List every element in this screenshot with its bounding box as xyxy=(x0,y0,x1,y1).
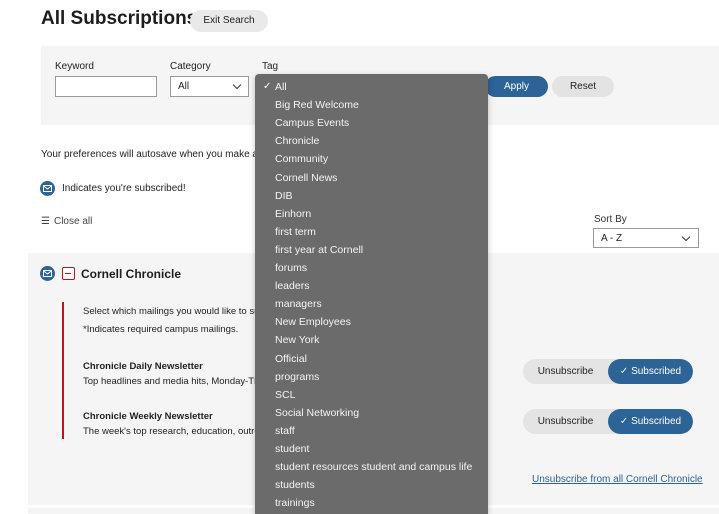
tag-option[interactable]: Big Red Welcome xyxy=(275,99,359,111)
newsletter-desc: Top headlines and media hits, Monday-Th xyxy=(83,376,255,387)
tag-option[interactable]: New York xyxy=(275,334,319,346)
tag-option[interactable]: staff xyxy=(275,425,295,437)
apply-button[interactable]: Apply xyxy=(485,76,548,97)
close-all-link[interactable]: ☰ Close all xyxy=(41,216,92,227)
subscribed-option[interactable]: ✓ Subscribed xyxy=(608,359,693,384)
subscribed-legend: Indicates you're subscribed! xyxy=(40,181,186,196)
tag-option[interactable]: programs xyxy=(275,371,319,383)
tag-dropdown-menu[interactable]: ✓ All Big Red Welcome Campus Events Chronicl… xyxy=(255,74,488,514)
tag-option[interactable]: Official xyxy=(275,353,307,365)
required-note: *Indicates required campus mailings. xyxy=(83,324,239,335)
category-value: All xyxy=(178,81,190,92)
tag-option[interactable]: first term xyxy=(275,226,316,238)
reset-button[interactable]: Reset xyxy=(552,76,614,97)
tag-option[interactable]: Chronicle xyxy=(275,135,319,147)
tag-option[interactable]: All xyxy=(275,81,287,93)
tag-option[interactable]: Community xyxy=(275,153,328,165)
category-label: Category xyxy=(170,61,211,72)
close-all-label: Close all xyxy=(53,216,93,227)
tag-option[interactable]: student xyxy=(275,443,309,455)
section-intro: Select which mailings you would like to … xyxy=(83,306,255,317)
section-divider xyxy=(62,302,64,439)
check-icon: ✓ xyxy=(619,366,629,377)
autosave-note: Your preferences will autosave when you … xyxy=(41,149,272,160)
newsletter-name: Chronicle Weekly Newsletter xyxy=(83,411,213,422)
newsletter-desc: The week's top research, education, outr… xyxy=(83,426,255,437)
section-title: Cornell Chronicle xyxy=(81,267,182,281)
sort-value: A - Z xyxy=(601,233,623,244)
chevron-down-icon xyxy=(232,80,242,90)
tag-option[interactable]: leaders xyxy=(275,280,309,292)
tag-option[interactable]: first year at Cornell xyxy=(275,244,363,256)
legend-text: Indicates you're subscribed! xyxy=(62,183,186,194)
chevron-down-icon xyxy=(681,232,691,242)
unsubscribe-option[interactable]: Unsubscribe xyxy=(523,409,608,434)
sort-by-label: Sort By xyxy=(594,214,627,225)
tag-label: Tag xyxy=(262,61,279,72)
sort-select[interactable]: A - Z xyxy=(593,228,699,248)
tag-option[interactable]: Social Networking xyxy=(275,407,359,419)
tag-option[interactable]: Campus Events xyxy=(275,117,349,129)
subscribed-option[interactable]: ✓ Subscribed xyxy=(608,409,693,434)
tag-option[interactable]: trainings xyxy=(275,497,315,509)
page-title: All Subscriptions xyxy=(41,8,198,29)
tag-option[interactable]: student resources student and campus lif… xyxy=(275,461,472,473)
category-select[interactable]: All xyxy=(170,76,249,97)
tag-option[interactable]: students xyxy=(275,479,315,491)
list-icon: ☰ xyxy=(41,216,50,227)
tag-option[interactable]: Cornell News xyxy=(275,172,337,184)
tag-option[interactable]: forums xyxy=(275,262,307,274)
newsletter-name: Chronicle Daily Newsletter xyxy=(83,361,203,372)
unsubscribe-all-link[interactable]: Unsubscribe from all Cornell Chronicle xyxy=(532,474,703,485)
subscription-toggle[interactable]: Unsubscribe ✓ Subscribed xyxy=(523,409,693,434)
keyword-input[interactable] xyxy=(55,76,157,97)
tag-option[interactable]: managers xyxy=(275,298,322,310)
check-icon: ✓ xyxy=(619,416,629,427)
envelope-icon xyxy=(40,181,55,196)
tag-option[interactable]: DIB xyxy=(275,190,293,202)
tag-option[interactable]: Einhorn xyxy=(275,208,311,220)
check-icon: ✓ xyxy=(263,81,272,92)
unsubscribe-option[interactable]: Unsubscribe xyxy=(523,359,608,384)
tag-option[interactable]: SCL xyxy=(275,389,295,401)
tag-option[interactable]: New Employees xyxy=(275,316,351,328)
subscription-toggle[interactable]: Unsubscribe ✓ Subscribed xyxy=(523,359,693,384)
exit-search-button[interactable]: Exit Search xyxy=(190,10,268,32)
envelope-icon xyxy=(40,266,55,281)
keyword-label: Keyword xyxy=(55,61,94,72)
collapse-icon[interactable] xyxy=(62,267,75,280)
